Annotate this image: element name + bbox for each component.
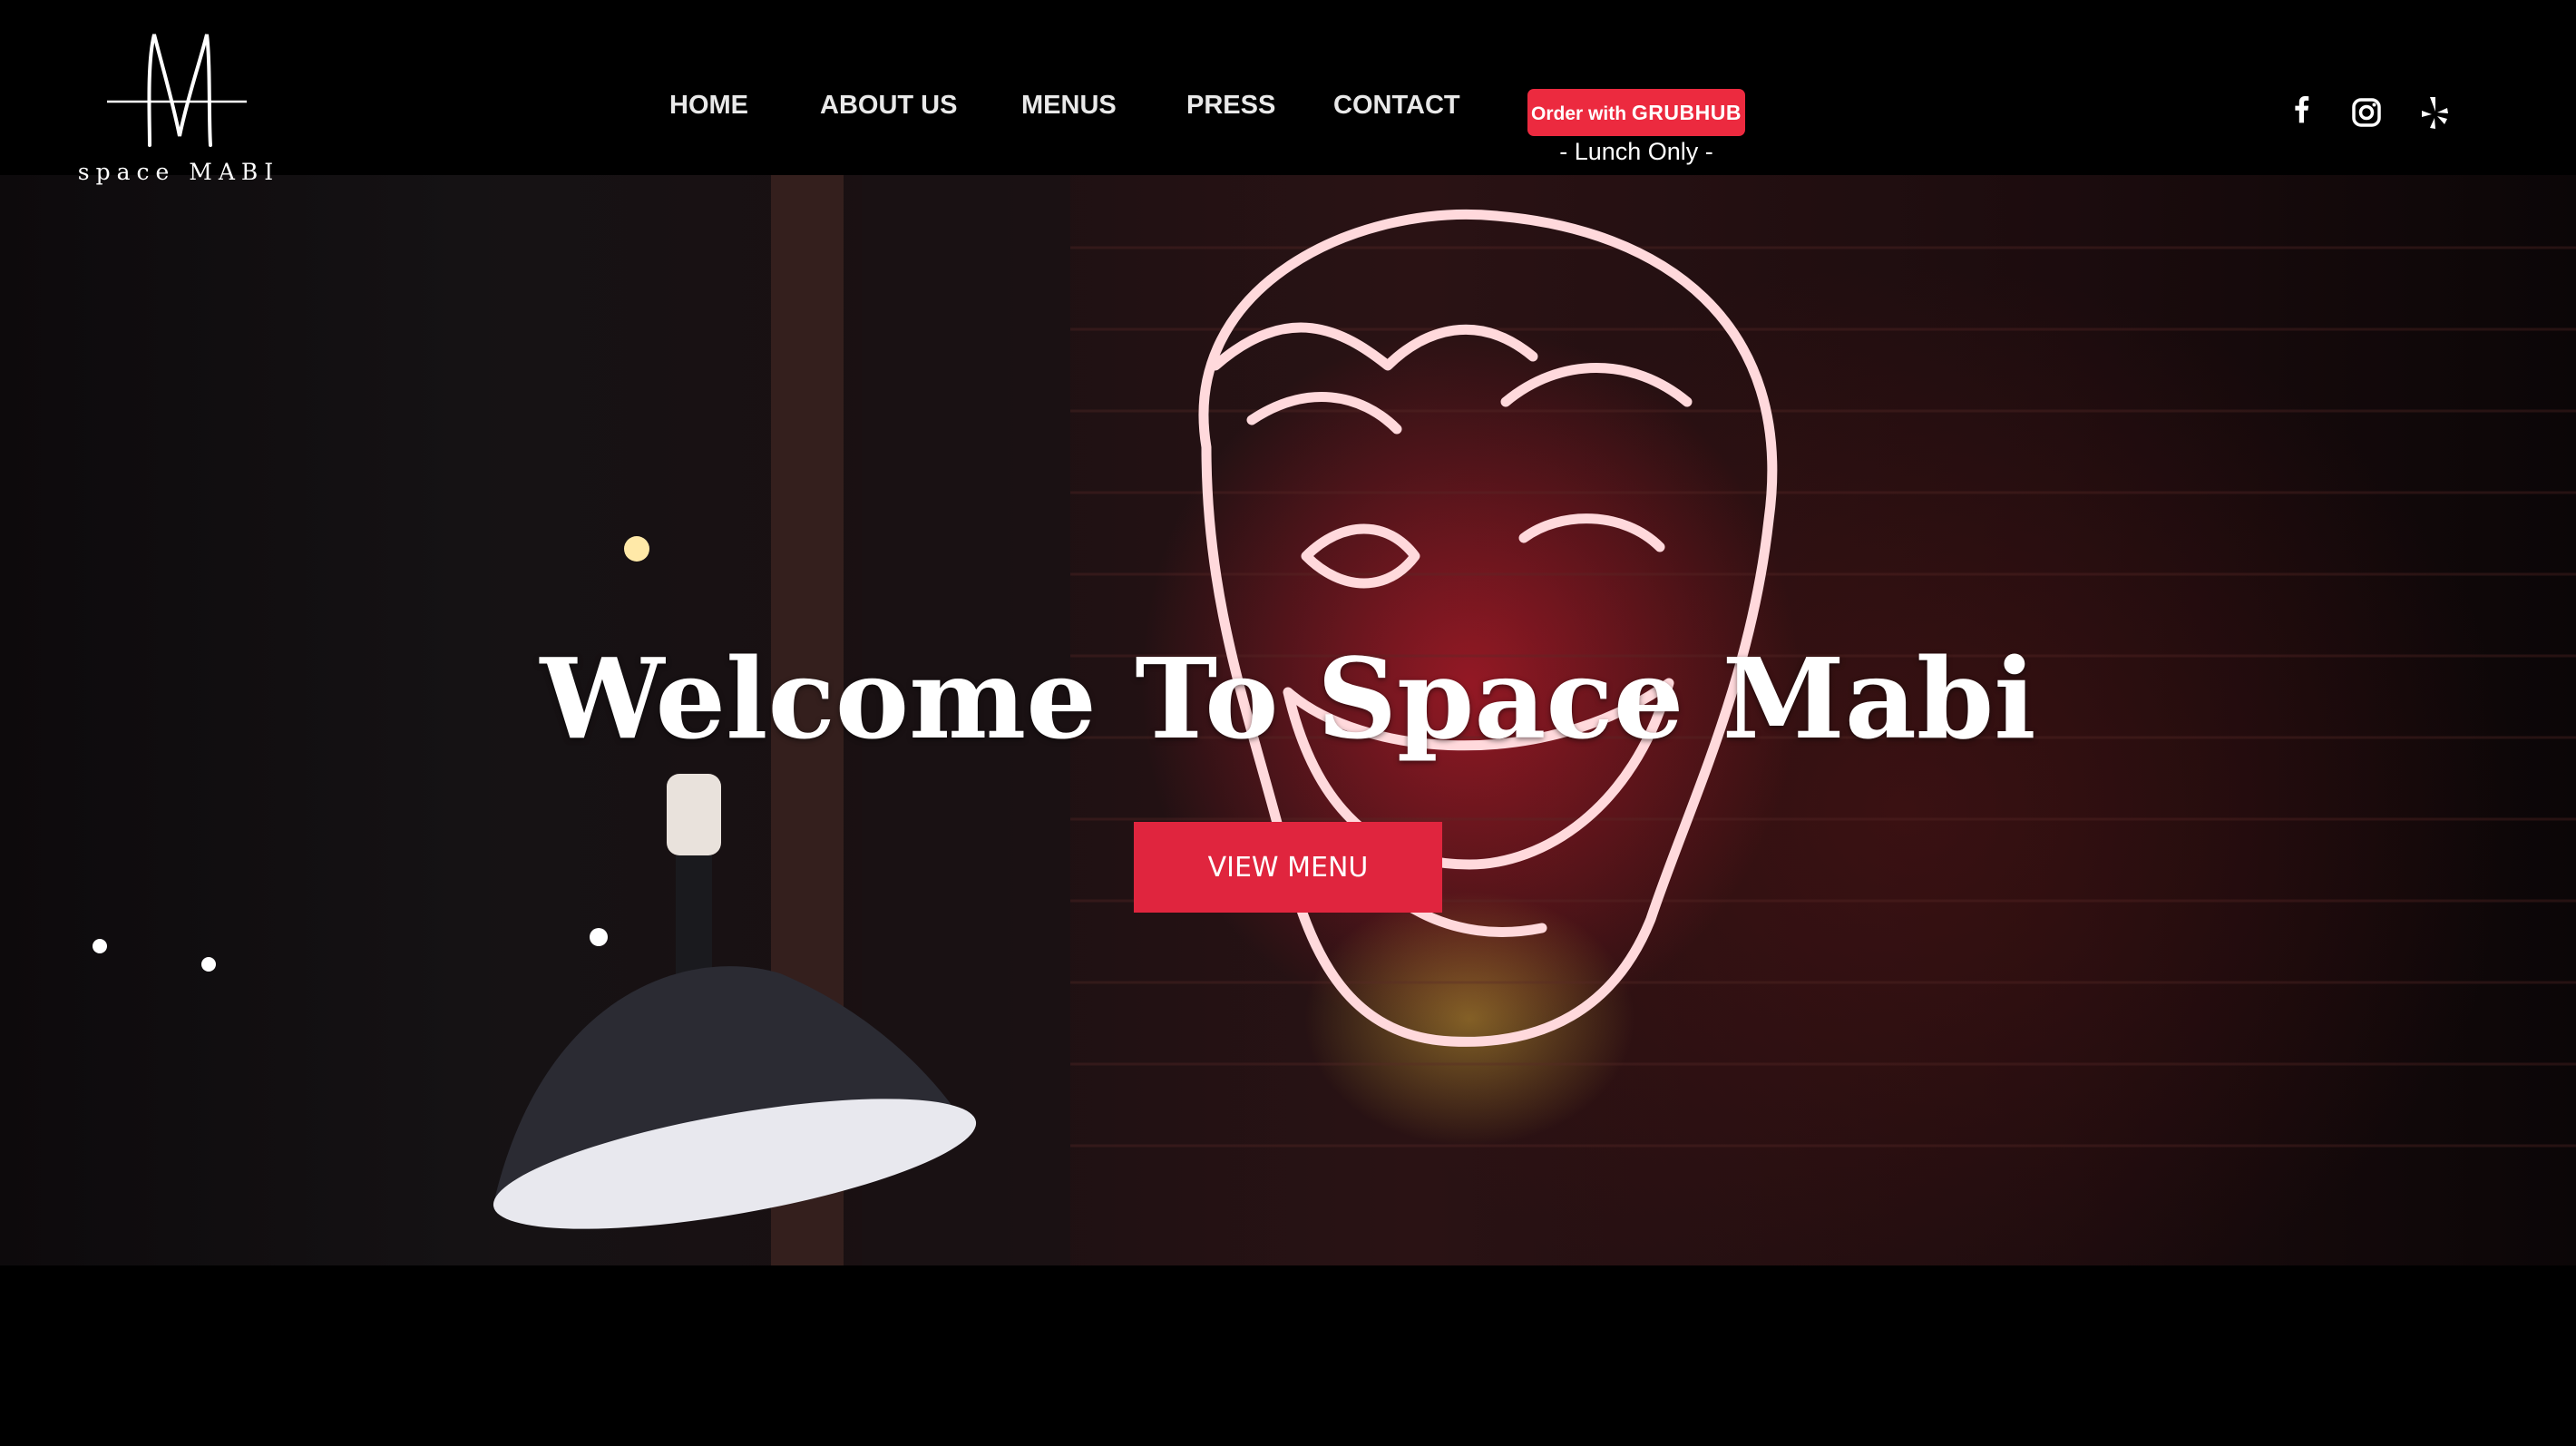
nav-menus[interactable]: MENUS: [1021, 91, 1117, 121]
nav-about-us[interactable]: ABOUT US: [820, 91, 957, 121]
logo-text: space MABI: [77, 159, 280, 185]
grubhub-brand: GRUBHUB: [1631, 101, 1742, 124]
bottom-band: [0, 1265, 2576, 1446]
site-header: space MABI HOME ABOUT US MENUS PRESS CON…: [0, 0, 2576, 185]
instagram-icon[interactable]: [2348, 94, 2385, 131]
logo-mark-icon: [107, 34, 247, 147]
lunch-only-note: - Lunch Only -: [1559, 138, 1713, 165]
yelp-icon[interactable]: [2416, 94, 2453, 131]
facebook-icon[interactable]: [2284, 94, 2320, 131]
hero-section: Welcome To Space Mabi VIEW MENU: [0, 175, 2576, 1265]
nav-home[interactable]: HOME: [669, 91, 748, 121]
nav-contact[interactable]: CONTACT: [1333, 91, 1460, 121]
order-grubhub-button[interactable]: Order with GRUBHUB: [1527, 89, 1745, 136]
order-prefix: Order with: [1531, 103, 1627, 124]
hero-title: Welcome To Space Mabi: [540, 632, 2036, 764]
site-logo[interactable]: space MABI: [74, 27, 283, 195]
view-menu-button[interactable]: VIEW MENU: [1134, 822, 1442, 913]
nav-press[interactable]: PRESS: [1186, 91, 1275, 121]
